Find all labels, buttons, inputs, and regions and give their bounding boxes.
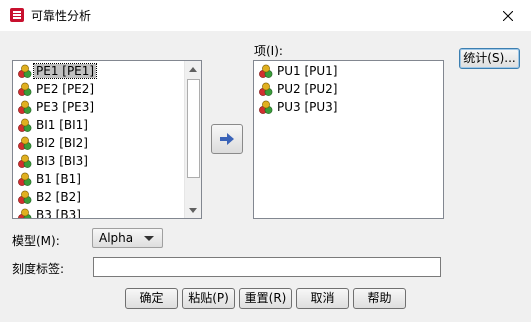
chevron-down-icon [189,207,197,213]
scale-variable-icon [18,172,32,186]
list-item[interactable]: PU3 [PU3] [254,98,443,116]
scale-variable-icon [18,64,32,78]
list-item-label: PE1 [PE1] [32,63,98,79]
vertical-scrollbar[interactable] [184,61,201,218]
list-item[interactable]: B1 [B1] [13,170,201,188]
move-to-items-button[interactable] [211,124,243,154]
list-item-label: BI3 [BI3] [36,154,88,168]
chevron-up-icon [189,66,197,72]
scale-variable-icon [18,118,32,132]
list-item-label: B2 [B2] [36,190,81,204]
list-item[interactable]: BI3 [BI3] [13,152,201,170]
list-item[interactable]: BI2 [BI2] [13,134,201,152]
arrow-right-icon [220,133,234,145]
scale-variable-icon [18,136,32,150]
source-variable-list[interactable]: PE1 [PE1] PE2 [PE2] PE3 [PE3] BI1 [BI1] BI2 … [12,60,202,219]
title-bar: 可靠性分析 [0,0,531,32]
list-item-label: PU3 [PU3] [277,100,338,114]
dropdown-caret-icon [144,236,154,241]
list-item[interactable]: B2 [B2] [13,188,201,206]
list-item-label: BI1 [BI1] [36,118,88,132]
scale-label-label: 刻度标签: [12,262,65,276]
list-item[interactable]: PU2 [PU2] [254,80,443,98]
model-select[interactable]: Alpha [92,228,163,248]
scale-variable-icon [18,190,32,204]
scroll-down-button[interactable] [185,202,201,218]
app-icon [10,8,24,22]
list-item[interactable]: PE2 [PE2] [13,80,201,98]
scale-variable-icon [18,82,32,96]
items-list[interactable]: PU1 [PU1] PU2 [PU2] PU3 [PU3] [253,60,444,219]
help-button[interactable]: 帮助 [353,288,406,309]
scroll-up-button[interactable] [185,61,201,77]
list-item-label: PE2 [PE2] [36,82,95,96]
list-item[interactable]: PU1 [PU1] [254,62,443,80]
list-item-label: B3 [B3] [36,208,81,219]
list-item[interactable]: PE3 [PE3] [13,98,201,116]
model-select-value: Alpha [99,231,134,245]
cancel-button[interactable]: 取消 [296,288,349,309]
items-label: 项(I): [254,44,283,58]
close-button[interactable] [485,0,531,31]
scale-label-input[interactable] [93,257,441,277]
window-title: 可靠性分析 [31,9,92,23]
list-item-label: B1 [B1] [36,172,81,186]
reset-button[interactable]: 重置(R) [239,288,292,309]
list-item-label: PU1 [PU1] [277,64,338,78]
scale-variable-icon [18,154,32,168]
list-item[interactable]: PE1 [PE1] [13,62,201,80]
list-item-label: PU2 [PU2] [277,82,338,96]
dialog-body: PE1 [PE1] PE2 [PE2] PE3 [PE3] BI1 [BI1] BI2 … [0,31,531,322]
model-label: 模型(M): [12,234,60,248]
list-item[interactable]: BI1 [BI1] [13,116,201,134]
scale-variable-icon [18,100,32,114]
list-item-label: BI2 [BI2] [36,136,88,150]
close-icon [503,10,513,21]
scale-variable-icon [259,82,273,96]
paste-button[interactable]: 粘贴(P) [182,288,235,309]
scale-variable-icon [18,208,32,218]
scale-variable-icon [259,64,273,78]
list-item[interactable]: B3 [B3] [13,206,201,219]
list-item-label: PE3 [PE3] [36,100,95,114]
statistics-button[interactable]: 统计(S)... [459,48,520,69]
scroll-thumb[interactable] [187,79,200,178]
ok-button[interactable]: 确定 [125,288,178,309]
scale-variable-icon [259,100,273,114]
